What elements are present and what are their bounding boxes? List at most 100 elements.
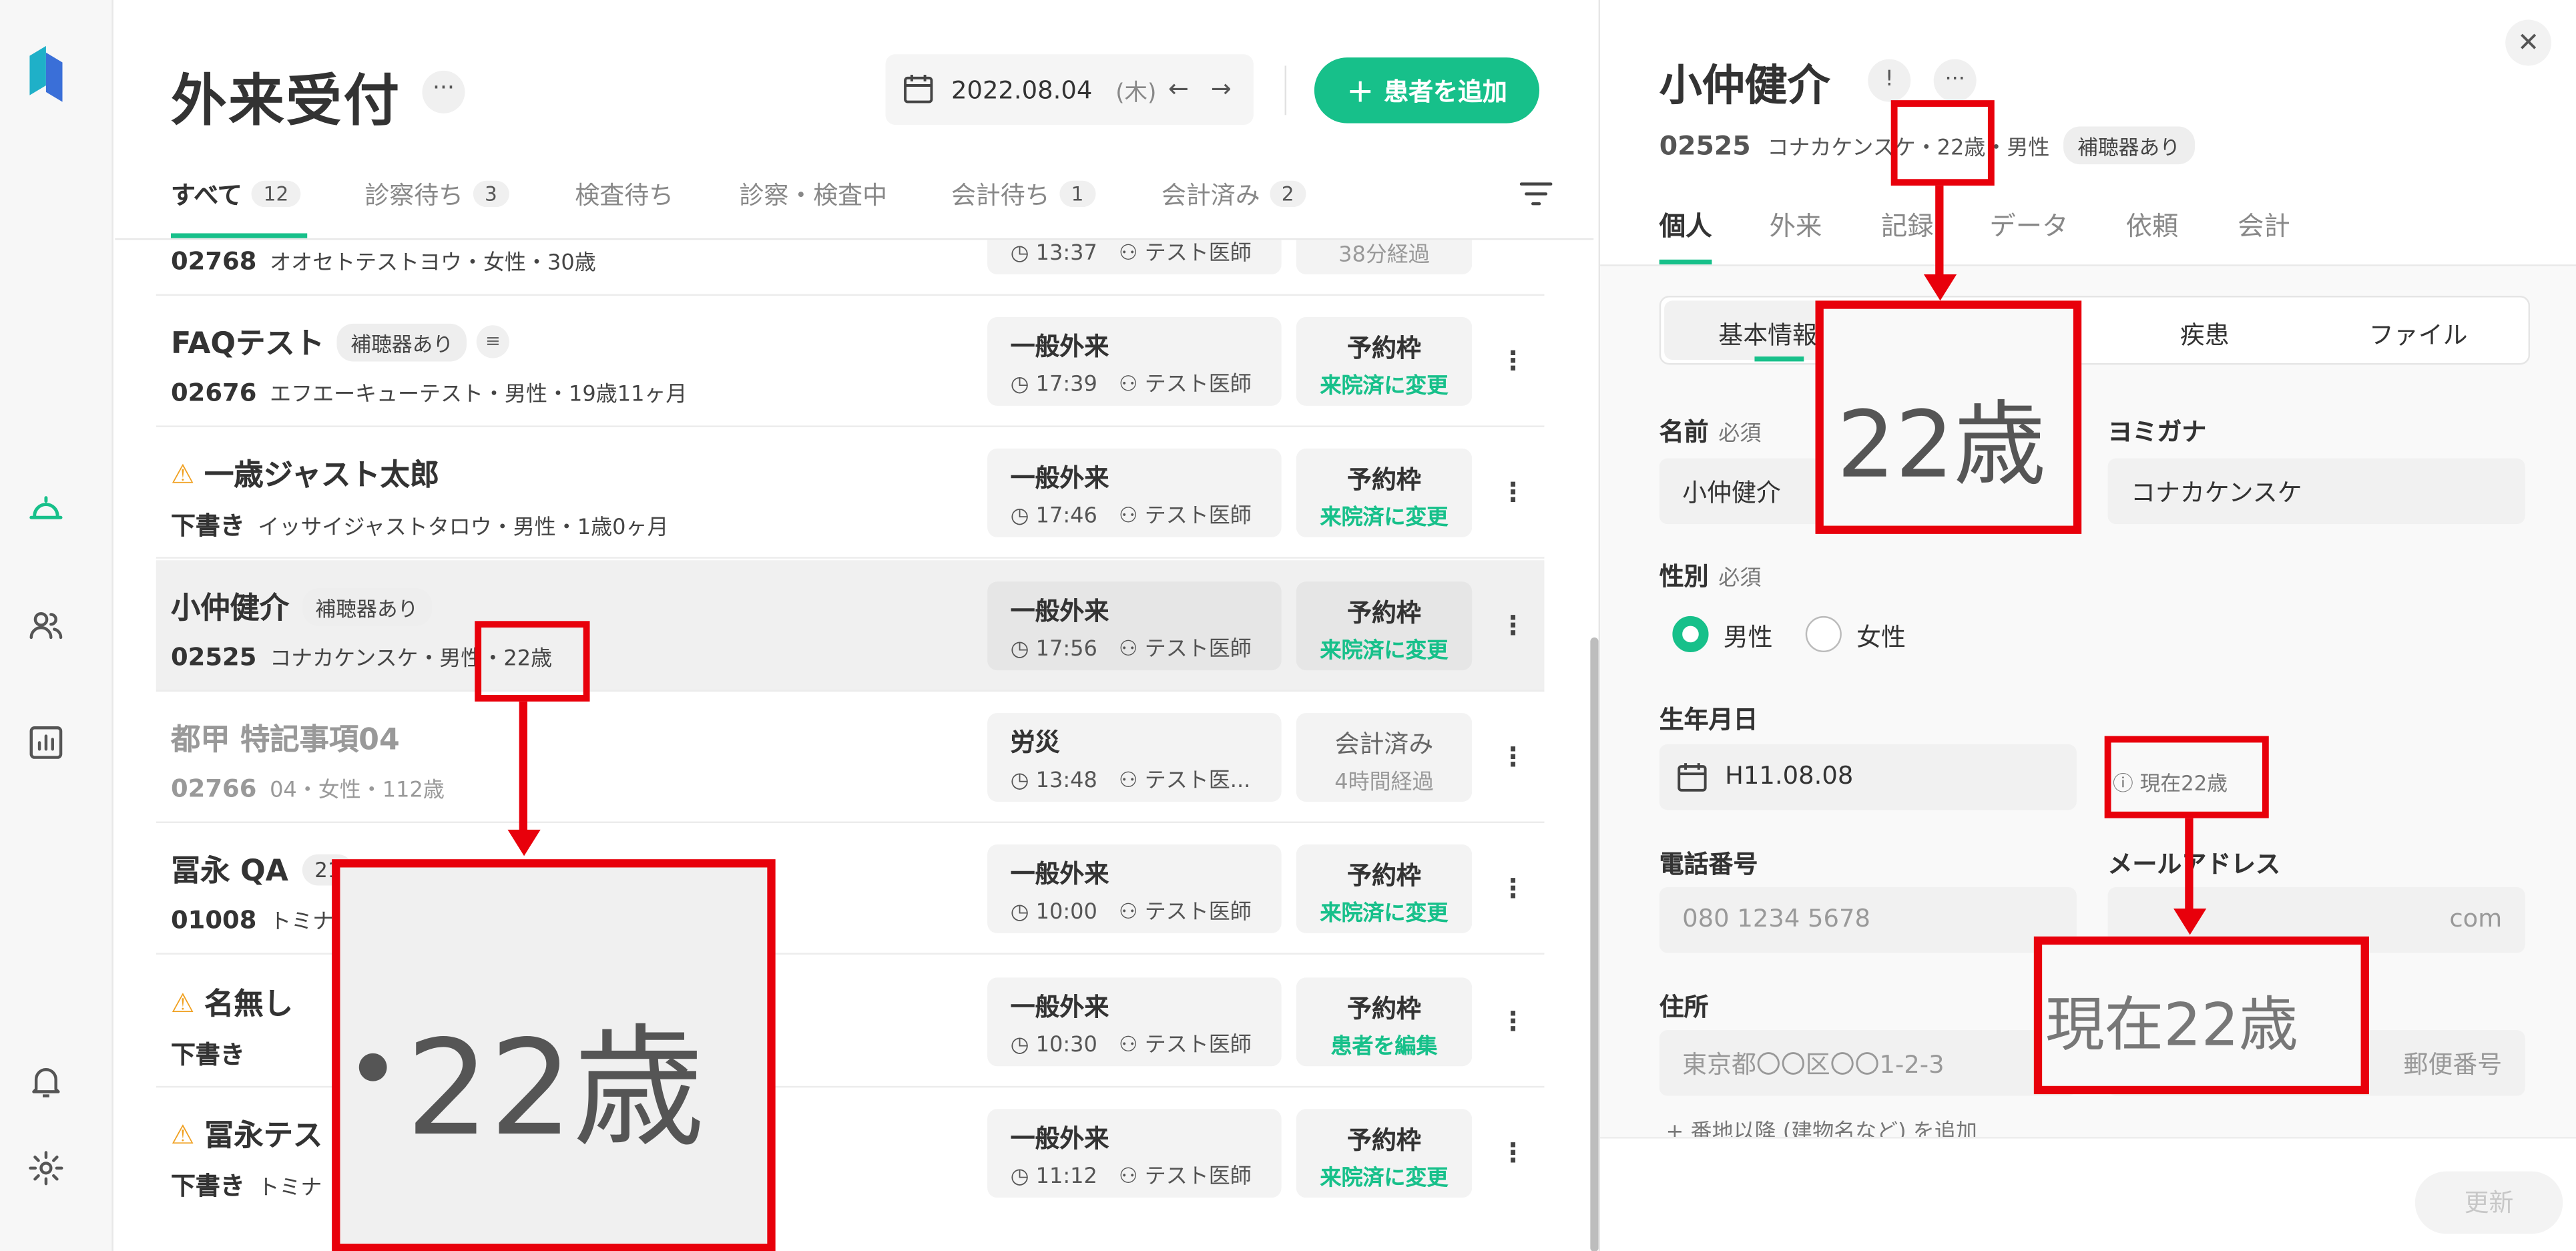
note-icon[interactable]: ≡	[476, 325, 509, 358]
tab-outpatient[interactable]: 外来	[1770, 204, 1822, 243]
tab-personal[interactable]: 個人	[1659, 204, 1712, 243]
table-row[interactable]: FAQテスト 補聴器あり ≡ 02676 エフエーキューテスト・男性・19歳11ヶ月 …	[156, 296, 1545, 427]
row-menu-icon[interactable]: ⋮	[1500, 471, 1526, 514]
clock-icon: ◷	[1010, 768, 1029, 794]
row-menu-icon[interactable]: ⋮	[1500, 605, 1526, 648]
close-icon[interactable]: ✕	[2505, 19, 2552, 66]
update-button[interactable]: 更新	[2414, 1171, 2563, 1234]
male-radio[interactable]	[1672, 615, 1709, 653]
visit-time: 17:39	[1035, 372, 1097, 398]
visit-info[interactable]: 一般外来 ◷ 10:30 ⚇ テスト医師	[987, 977, 1282, 1067]
patients-icon[interactable]	[26, 606, 65, 646]
status-box[interactable]: 予約枠 来院済に変更	[1296, 1109, 1473, 1198]
subtab-diseases[interactable]: 疾患	[2180, 317, 2230, 352]
status-box[interactable]: 予約枠 患者を編集	[1296, 977, 1473, 1067]
status-box[interactable]: 予約枠 来院済に変更	[1296, 316, 1473, 406]
status-action[interactable]: 患者を編集	[1296, 1029, 1472, 1059]
status-label: 予約枠	[1347, 465, 1421, 495]
date-value: 2022.08.04	[951, 75, 1093, 105]
visit-info[interactable]: 労災 ◷ 13:48 ⚇ テスト医...	[987, 713, 1282, 802]
status-action[interactable]: 来院済に変更	[1296, 633, 1472, 664]
visit-info[interactable]: 一般外来 ◷ 11:12 ⚇ テスト医師	[987, 1109, 1282, 1198]
visit-info[interactable]: 一般外来 ◷ 17:46 ⚇ テスト医師	[987, 448, 1282, 537]
phone-label: 電話番号	[1659, 849, 1758, 879]
row-menu-icon[interactable]: ⋮	[1500, 240, 1526, 251]
status-action[interactable]: 来院済に変更	[1296, 895, 1472, 927]
calendar-icon	[1676, 760, 1708, 800]
female-radio[interactable]	[1805, 615, 1842, 653]
filter-icon[interactable]	[1519, 181, 1553, 214]
settings-gear-icon[interactable]	[26, 1148, 65, 1188]
row-menu-icon[interactable]: ⋮	[1500, 867, 1526, 910]
tab-data[interactable]: データ	[1989, 204, 2068, 243]
header-divider	[1284, 65, 1287, 115]
status-box[interactable]: 予約枠 来院済に変更	[1296, 844, 1473, 933]
kana-field[interactable]: コナカケンスケ	[2107, 458, 2525, 525]
required-mark: 必須	[1718, 567, 1762, 591]
notification-bell-icon[interactable]	[26, 1061, 65, 1101]
highlight-box-age-hint	[2104, 736, 2269, 818]
clock-icon: ◷	[1010, 900, 1029, 925]
alert-icon[interactable]: !	[1868, 59, 1911, 102]
sidebar	[0, 0, 113, 1251]
visit-info[interactable]: 一般外来 ◷ 17:56 ⚇ テスト医師	[987, 581, 1282, 671]
patient-id: 01008	[170, 905, 257, 935]
tab-paid[interactable]: 会計済み 2	[1162, 171, 1306, 217]
address-field[interactable]: 東京都〇〇区〇〇1-2-3	[1659, 1030, 2077, 1096]
phone-field[interactable]: 080 1234 5678	[1659, 887, 2077, 953]
birthdate-field[interactable]: H11.08.08	[1659, 744, 2077, 810]
tab-billing[interactable]: 会計	[2238, 204, 2290, 243]
birthdate-label: 生年月日	[1659, 704, 1758, 735]
doctor-icon: ⚇	[1118, 241, 1138, 266]
date-picker[interactable]: 2022.08.04 (木) ← →	[885, 54, 1254, 126]
table-row[interactable]: 都甲 特記事項04 02766 04・女性・112歳 労災 ◷ 13:48 ⚇ テ…	[156, 692, 1545, 824]
reception-bell-icon[interactable]	[26, 488, 65, 527]
tab-waiting-exam[interactable]: 診察待ち 3	[364, 171, 509, 217]
status-action[interactable]: 来院済に変更	[1296, 499, 1472, 531]
next-day-arrow-icon[interactable]: →	[1211, 74, 1232, 103]
tab-count: 2	[1270, 180, 1306, 208]
status-action[interactable]: 来院済に変更	[1296, 368, 1472, 399]
tab-requests[interactable]: 依頼	[2126, 204, 2179, 243]
tab-waiting-payment[interactable]: 会計待ち 1	[951, 171, 1095, 217]
subtab-files[interactable]: ファイル	[2369, 317, 2468, 352]
list-scrollbar[interactable]	[1590, 637, 1599, 1251]
status-box[interactable]: 予約枠 来院済に変更	[1296, 581, 1473, 671]
status-action[interactable]: 来院済に変更	[1296, 1160, 1472, 1191]
visit-info[interactable]: 一般外来 ◷ 10:00 ⚇ テスト医師	[987, 844, 1282, 933]
tab-all[interactable]: すべて 12	[171, 171, 300, 217]
visit-info[interactable]: 一般外来 ◷ 17:39 ⚇ テスト医師	[987, 316, 1282, 406]
row-menu-icon[interactable]: ⋮	[1500, 340, 1526, 383]
status-sub: 38分経過	[1338, 243, 1430, 268]
status-box[interactable]: 予約枠 来院済に変更	[1296, 448, 1473, 537]
page-title: 外来受付	[170, 69, 401, 135]
visit-type: 一般外来	[1010, 992, 1109, 1022]
row-menu-icon[interactable]: ⋮	[1500, 1132, 1526, 1175]
table-row[interactable]: 02768 オオセトテストヨウ・女性・30歳 ◷ 13:37 ⚇ テスト医師 38…	[156, 240, 1545, 296]
table-row[interactable]: ⚠ 一歳ジャスト太郎 下書き イッサイジャストタロウ・男性・1歳0ヶ月 一般外来 ◷…	[156, 427, 1545, 559]
row-menu-icon[interactable]: ⋮	[1500, 1001, 1526, 1043]
prev-day-arrow-icon[interactable]: ←	[1168, 74, 1189, 103]
tab-count: 1	[1059, 180, 1095, 208]
more-options-icon[interactable]: ···	[1933, 59, 1977, 102]
annotation-arrow-line	[519, 701, 528, 833]
add-patient-button[interactable]: + 患者を追加	[1314, 57, 1540, 123]
patient-kana-info: 04・女性・112歳	[270, 778, 445, 804]
tab-waiting-test[interactable]: 検査待ち	[575, 171, 674, 217]
patient-name-line: ⚠ 一歳ジャスト太郎	[171, 452, 439, 495]
table-row-selected[interactable]: 小仲健介 補聴器あり 02525 コナカケンスケ・男性・22歳 一般外来 ◷ 17:…	[156, 560, 1545, 692]
subtab-segmented-control: 基本情報 疾患 ファイル	[1659, 295, 2531, 365]
patient-name: 冨永テス	[204, 1119, 323, 1154]
tab-in-progress[interactable]: 診察・検査中	[739, 171, 887, 217]
chart-icon[interactable]	[26, 723, 65, 762]
row-menu-icon[interactable]: ⋮	[1500, 736, 1526, 779]
app-root: 外来受付 ··· 2022.08.04 (木) ← → + 患者を追加 すべて 1…	[0, 0, 2576, 1251]
visit-info[interactable]: ◷ 13:37 ⚇ テスト医師	[987, 240, 1282, 275]
zoom-callout-list-age: ・ 22歳	[332, 859, 776, 1251]
status-box[interactable]: 会計済み 4時間経過	[1296, 713, 1473, 802]
hearing-aid-tag: 補聴器あり	[302, 587, 432, 626]
subtab-basic-info[interactable]: 基本情報	[1718, 317, 1817, 352]
tab-records[interactable]: 記録	[1881, 204, 1934, 243]
title-more-button[interactable]: ···	[422, 70, 465, 113]
status-box[interactable]: 38分経過	[1296, 240, 1473, 275]
